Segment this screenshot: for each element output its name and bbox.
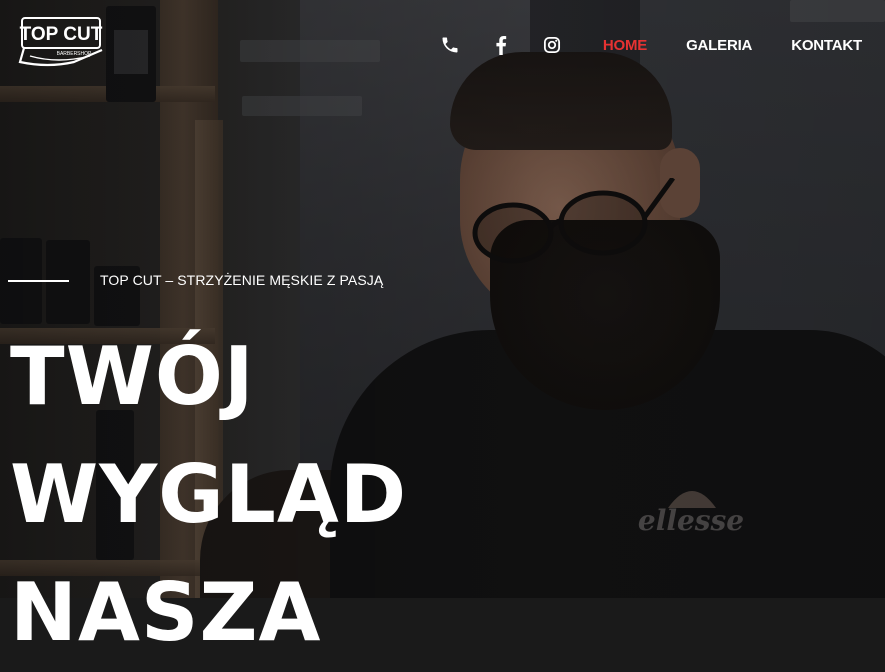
nav-link-home[interactable]: HOME [603, 37, 647, 54]
hero-tagline: TOP CUT – STRZYŻENIE MĘSKIE Z PASJĄ [100, 272, 384, 288]
nav-link-kontakt[interactable]: KONTAKT [791, 37, 862, 54]
hero-headline: TWÓJ WYGLĄD NASZA [10, 318, 407, 672]
tagline-divider [8, 280, 69, 282]
instagram-icon[interactable] [541, 34, 563, 56]
facebook-icon[interactable] [490, 34, 512, 56]
phone-icon[interactable] [439, 34, 461, 56]
headline-line: NASZA [10, 566, 322, 659]
nav-link-galeria[interactable]: GALERIA [686, 37, 752, 54]
headline-line: TWÓJ [10, 330, 255, 423]
main-nav: HOME GALERIA KONTAKT [439, 34, 862, 56]
headline-line: WYGLĄD [10, 448, 408, 541]
brand-logo[interactable]: TOP CUT BARBERSHOP [18, 16, 106, 74]
logo-text: TOP CUT [20, 24, 103, 45]
